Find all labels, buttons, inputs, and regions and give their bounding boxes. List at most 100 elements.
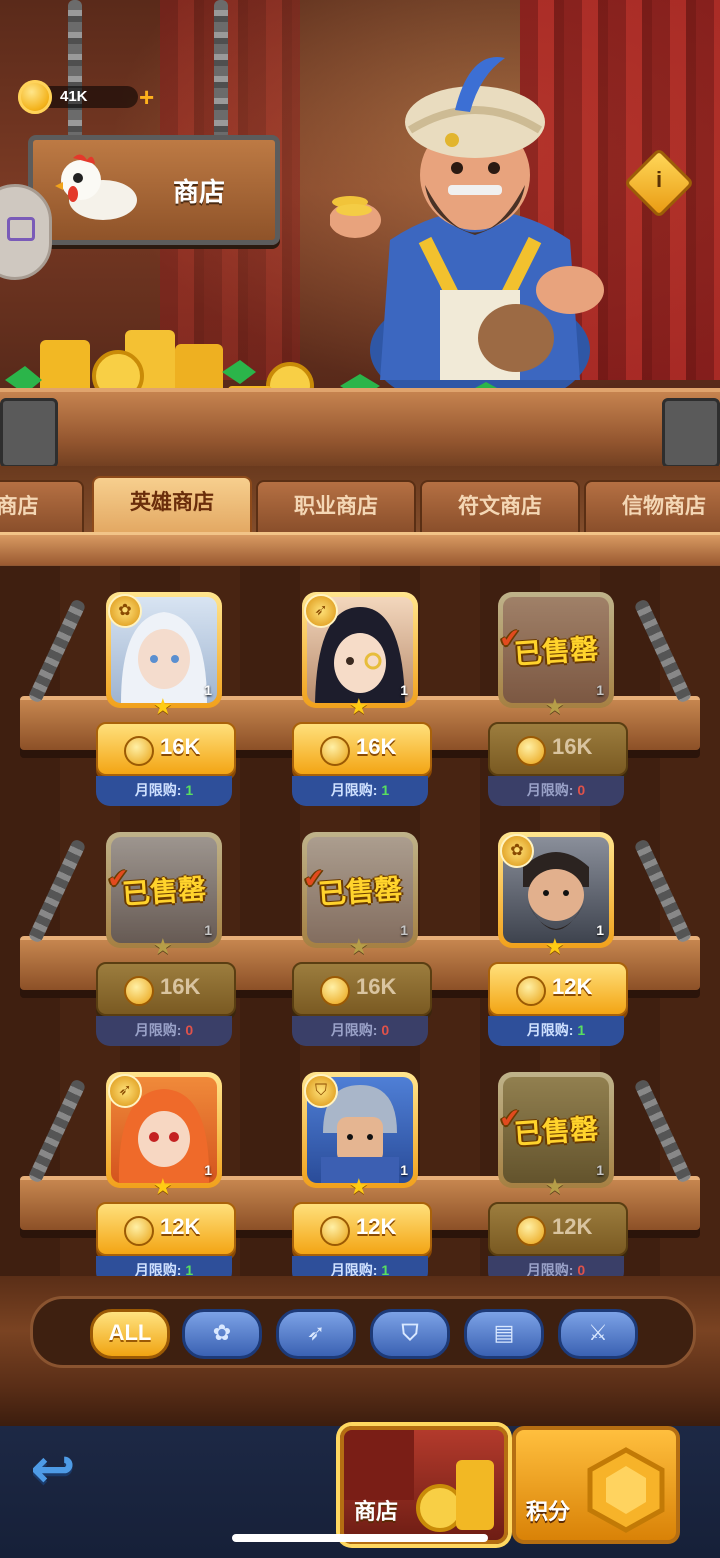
- filter-support-book-icon[interactable]: ▤: [464, 1309, 544, 1359]
- shop-sign: 商店: [28, 135, 280, 245]
- mage-class-icon: ✿: [108, 594, 142, 628]
- tank-class-icon: ⛉: [304, 1074, 338, 1108]
- tab-rail: [0, 532, 720, 565]
- monthly-limit: 月限购: 1: [292, 776, 428, 806]
- shop-title: 商店: [173, 177, 226, 207]
- filter-archer-bow-icon[interactable]: ➶: [276, 1309, 356, 1359]
- price-button[interactable]: 12K: [292, 1202, 432, 1256]
- shelf-chain: [633, 598, 693, 704]
- shelf-chain: [27, 838, 87, 944]
- hero-card-8[interactable]: ⛉ 1 ★: [302, 1072, 418, 1199]
- currency-bar: [38, 86, 138, 108]
- counter-bracket-right: [662, 398, 720, 468]
- star-icon: ★: [545, 694, 565, 719]
- filter-mage-rose-icon[interactable]: ✿: [182, 1309, 262, 1359]
- price-button[interactable]: 16K: [292, 722, 432, 776]
- price-value: 12K: [552, 1214, 593, 1239]
- sign-chain-left: [68, 0, 82, 140]
- filter-tank-shield-icon[interactable]: ⛉: [370, 1309, 450, 1359]
- star-icon: ★: [349, 694, 369, 719]
- home-indicator: [232, 1534, 488, 1542]
- sold-out-stamp: ✔ 已售罄: [498, 622, 600, 670]
- price-value: 16K: [356, 974, 397, 999]
- tab-token-shop[interactable]: 信物商店: [584, 480, 720, 534]
- hero-count: 1: [400, 1162, 408, 1178]
- chicken-icon: [55, 154, 137, 220]
- counter-bracket-left: [0, 398, 58, 468]
- hero-count: 1: [204, 1162, 212, 1178]
- coin-icon: [124, 736, 154, 766]
- nav-shop-label: 商店: [354, 1499, 399, 1524]
- price-value: 12K: [552, 974, 593, 999]
- hero-card-1[interactable]: ✿ 1 ★: [106, 592, 222, 719]
- hero-count: 1: [204, 682, 212, 698]
- monthly-limit: 月限购: 1: [488, 1016, 624, 1046]
- monthly-limit: 月限购: 0: [96, 1016, 232, 1046]
- price-button[interactable]: 12K: [488, 962, 628, 1016]
- hero-count: 1: [400, 922, 408, 938]
- archer-class-icon: ➶: [304, 594, 338, 628]
- hero-count: 1: [596, 1162, 604, 1178]
- mage-class-icon: ✿: [500, 834, 534, 868]
- hero-card-2[interactable]: ➶ 1 ★: [302, 592, 418, 719]
- currency-display: 41K +: [18, 80, 154, 114]
- check-icon: ✔: [498, 622, 522, 654]
- shelf-chain: [27, 1078, 87, 1184]
- item-shelves: ✿ 1 ★ ➶ 1 ★ 1 ★ ✔ 已售罄 16K 月限购: 1 16K 月限购:…: [0, 566, 720, 1286]
- sign-chain-right: [214, 0, 228, 140]
- back-button[interactable]: ↩: [20, 1441, 86, 1497]
- hero-card-6[interactable]: ✿ 1 ★: [498, 832, 614, 959]
- price-value: 16K: [356, 734, 397, 759]
- hero-count: 1: [400, 682, 408, 698]
- coin-icon: [124, 976, 154, 1006]
- coin-icon: [320, 976, 350, 1006]
- floor-trim: [0, 1386, 720, 1426]
- sold-out-stamp: ✔ 已售罄: [498, 1102, 600, 1150]
- bottom-nav: ↩ 商店 积分: [0, 1386, 720, 1558]
- nav-shop-button[interactable]: 商店: [340, 1426, 508, 1544]
- star-icon: ★: [545, 934, 565, 959]
- price-button[interactable]: 16K: [96, 722, 236, 776]
- currency-value: 41K: [60, 88, 88, 105]
- price-button-sold: 16K: [488, 722, 628, 776]
- check-icon: ✔: [106, 862, 130, 894]
- coin-icon: [124, 1216, 154, 1246]
- check-icon: ✔: [498, 1102, 522, 1134]
- filter-warrior-sword-icon[interactable]: ⚔: [558, 1309, 638, 1359]
- hero-count: 1: [596, 682, 604, 698]
- coin-icon: [320, 1216, 350, 1246]
- price-value: 12K: [356, 1214, 397, 1239]
- coin-icon: [18, 80, 52, 114]
- hero-count: 1: [204, 922, 212, 938]
- star-icon: ★: [349, 934, 369, 959]
- shop-screen: 41K + 商店 i 商店 英雄商店 职业商店 符文商店 信物商店 ✿ 1 ★ …: [0, 0, 720, 1558]
- price-value: 16K: [160, 974, 201, 999]
- price-value: 12K: [160, 1214, 201, 1239]
- tab-limited-shop[interactable]: 限商店: [0, 480, 84, 534]
- coin-icon: [516, 976, 546, 1006]
- shelf-chain: [633, 1078, 693, 1184]
- tab-rune-shop[interactable]: 符文商店: [420, 480, 580, 534]
- shelf-chain: [27, 598, 87, 704]
- add-currency-button[interactable]: +: [139, 84, 154, 110]
- monthly-limit: 月限购: 0: [488, 776, 624, 806]
- price-button[interactable]: 12K: [96, 1202, 236, 1256]
- monthly-limit: 月限购: 0: [292, 1016, 428, 1046]
- chat-icon: [7, 217, 35, 241]
- coin-icon: [320, 736, 350, 766]
- side-chat-button[interactable]: [0, 184, 52, 280]
- class-filter-bar: ALL ✿ ➶ ⛉ ▤ ⚔: [0, 1276, 720, 1386]
- star-icon: ★: [153, 694, 173, 719]
- price-button-sold: 16K: [292, 962, 432, 1016]
- filter-all[interactable]: ALL: [90, 1309, 170, 1359]
- price-button-sold: 12K: [488, 1202, 628, 1256]
- hero-card-7[interactable]: ➶ 1 ★: [106, 1072, 222, 1199]
- star-icon: ★: [349, 1174, 369, 1199]
- coin-icon: [516, 1216, 546, 1246]
- tab-class-shop[interactable]: 职业商店: [256, 480, 416, 534]
- shop-tabs: 限商店 英雄商店 职业商店 符文商店 信物商店: [0, 466, 720, 566]
- nav-points-label: 积分: [526, 1499, 571, 1524]
- hero-count: 1: [596, 922, 604, 938]
- nav-points-button[interactable]: 积分: [512, 1426, 680, 1544]
- sold-out-stamp: ✔ 已售罄: [302, 862, 404, 910]
